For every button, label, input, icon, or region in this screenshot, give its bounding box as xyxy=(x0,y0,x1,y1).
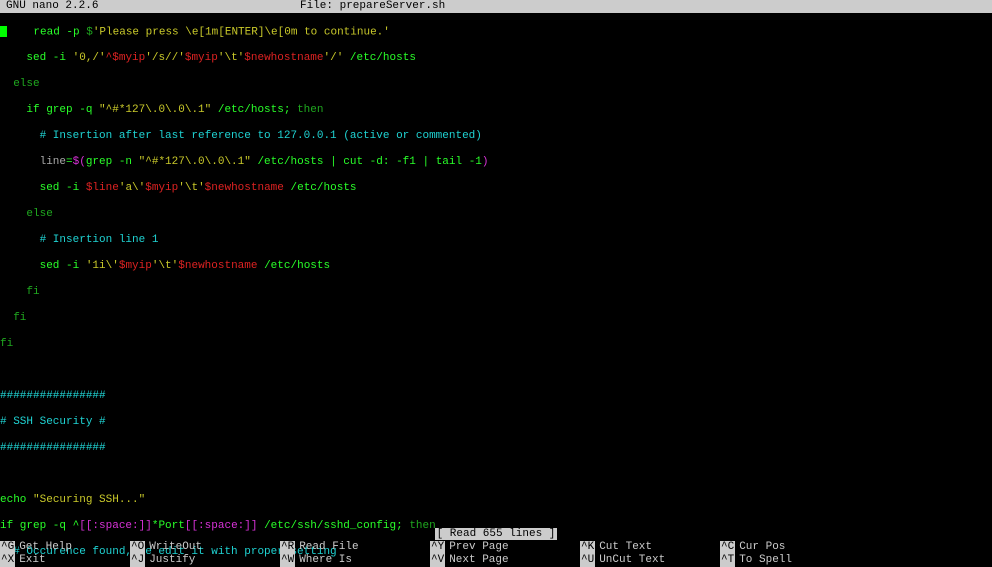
code-line: if grep -q "^#*127\.0\.0\.1" /etc/hosts;… xyxy=(0,104,992,117)
help-where-is[interactable]: ^WWhere Is xyxy=(280,554,430,567)
code-line: else xyxy=(0,78,992,91)
code-line: fi xyxy=(0,286,992,299)
code-line: sed -i '0,/'^$myip'/s//'$myip'\t'$newhos… xyxy=(0,52,992,65)
help-writeout[interactable]: ^OWriteOut xyxy=(130,541,280,554)
editor-viewport[interactable]: read -p $'Please press \e[1m[ENTER]\e[0m… xyxy=(0,13,992,567)
help-cut-text[interactable]: ^KCut Text xyxy=(580,541,720,554)
help-exit[interactable]: ^XExit xyxy=(0,554,130,567)
code-line: sed -i $line'a\'$myip'\t'$newhostname /e… xyxy=(0,182,992,195)
help-bar: ^GGet Help ^OWriteOut ^RRead File ^YPrev… xyxy=(0,541,992,567)
code-line: fi xyxy=(0,338,992,351)
help-prev-page[interactable]: ^YPrev Page xyxy=(430,541,580,554)
status-text: [ Read 655 lines ] xyxy=(435,528,558,540)
help-to-spell[interactable]: ^TTo Spell xyxy=(720,554,870,567)
help-justify[interactable]: ^JJustify xyxy=(130,554,280,567)
code-line: ################ xyxy=(0,390,992,403)
code-line: # Insertion line 1 xyxy=(0,234,992,247)
status-bar: [ Read 655 lines ] xyxy=(0,528,992,541)
titlebar: GNU nano 2.2.6 File: prepareServer.sh xyxy=(0,0,992,13)
code-line: echo "Securing SSH..." xyxy=(0,494,992,507)
app-name: GNU nano 2.2.6 xyxy=(0,0,300,13)
code-line: # Insertion after last reference to 127.… xyxy=(0,130,992,143)
code-line: ################ xyxy=(0,442,992,455)
cursor xyxy=(0,26,7,37)
code-line: else xyxy=(0,208,992,221)
code-line: # SSH Security # xyxy=(0,416,992,429)
help-next-page[interactable]: ^VNext Page xyxy=(430,554,580,567)
help-read-file[interactable]: ^RRead File xyxy=(280,541,430,554)
help-cur-pos[interactable]: ^CCur Pos xyxy=(720,541,870,554)
code-line: line=$(grep -n "^#*127\.0\.0\.1" /etc/ho… xyxy=(0,156,992,169)
help-uncut-text[interactable]: ^UUnCut Text xyxy=(580,554,720,567)
code-line: read -p $'Please press \e[1m[ENTER]\e[0m… xyxy=(0,26,992,39)
file-name: File: prepareServer.sh xyxy=(300,0,992,13)
help-get-help[interactable]: ^GGet Help xyxy=(0,541,130,554)
code-line: fi xyxy=(0,312,992,325)
code-line: sed -i '1i\'$myip'\t'$newhostname /etc/h… xyxy=(0,260,992,273)
